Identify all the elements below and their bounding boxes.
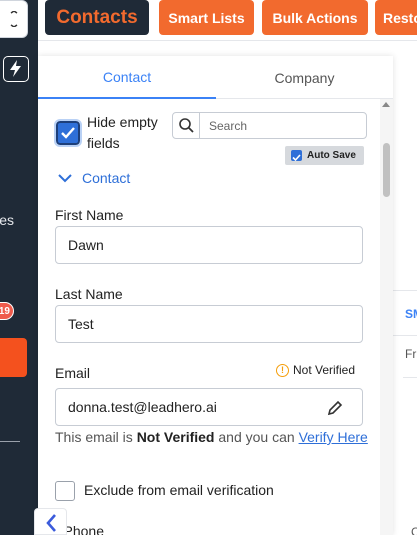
collapse-panel-button[interactable] xyxy=(34,508,67,535)
section-title: Contact xyxy=(82,170,131,186)
search-icon[interactable] xyxy=(173,113,200,138)
email-verification-note: This email is Not Verified and you can V… xyxy=(55,427,375,447)
checkmark-icon xyxy=(292,154,301,162)
note-status: Not Verified xyxy=(136,429,215,445)
note-text: This email is xyxy=(55,429,133,445)
verify-here-link[interactable]: Verify Here xyxy=(299,429,368,445)
smart-lists-button[interactable]: Smart Lists xyxy=(159,0,254,35)
tab-contact[interactable]: Contact xyxy=(38,56,216,99)
hide-empty-fields-checkbox[interactable] xyxy=(54,119,82,147)
field-search xyxy=(172,112,367,139)
left-sidebar: es 19 xyxy=(0,0,38,535)
tab-company[interactable]: Company xyxy=(216,56,393,99)
contact-detail-panel: Contact Company Hide empty fields Auto S… xyxy=(38,56,393,535)
note-text: and you can xyxy=(218,429,295,445)
sidebar-item-label[interactable]: es xyxy=(0,212,14,228)
background-tab[interactable]: SM xyxy=(405,307,417,321)
restore-button[interactable]: Resto xyxy=(375,0,417,35)
chevron-down-icon xyxy=(58,170,72,186)
bulk-actions-button[interactable]: Bulk Actions xyxy=(262,0,368,35)
notification-badge: 19 xyxy=(0,302,14,320)
edit-pencil-icon[interactable] xyxy=(326,399,344,422)
background-content: SM Fr C xyxy=(389,290,417,535)
warning-icon: ! xyxy=(276,363,289,377)
top-toolbar: Contacts Smart Lists Bulk Actions Resto xyxy=(38,0,417,41)
exclude-verification-label: Exclude from email verification xyxy=(84,482,274,498)
lightning-icon xyxy=(10,60,21,77)
email-verification-status: ! Not Verified xyxy=(276,363,355,377)
email-field[interactable] xyxy=(55,388,363,426)
hide-empty-fields-label: Hide empty fields xyxy=(87,114,158,151)
contact-section-header[interactable]: Contact xyxy=(58,170,130,186)
email-label: Email xyxy=(55,365,91,381)
scrollbar-thumb[interactable] xyxy=(383,143,390,197)
chevron-down-icon xyxy=(9,10,19,30)
sidebar-divider xyxy=(0,441,20,442)
background-row-text: Fr xyxy=(405,347,417,361)
divider xyxy=(389,335,417,336)
first-name-label: First Name xyxy=(55,207,124,223)
checkmark-icon xyxy=(61,127,75,139)
phone-label: Phone xyxy=(64,523,104,535)
panel-tabs: Contact Company xyxy=(38,56,393,99)
auto-save-checkbox[interactable] xyxy=(291,150,302,162)
exclude-verification-checkbox[interactable] xyxy=(55,481,75,501)
last-name-label: Last Name xyxy=(55,286,123,302)
search-input[interactable] xyxy=(201,113,365,138)
last-name-field[interactable] xyxy=(55,305,363,343)
chevron-left-icon xyxy=(46,514,56,532)
auto-save-label: Auto Save xyxy=(307,150,356,161)
quick-actions-button[interactable] xyxy=(3,56,29,82)
background-bottom-text: C xyxy=(411,525,417,535)
location-switcher[interactable] xyxy=(0,0,28,38)
auto-save-toggle[interactable]: Auto Save xyxy=(285,146,364,165)
contacts-button[interactable]: Contacts xyxy=(45,0,149,35)
status-text: Not Verified xyxy=(293,363,356,377)
app-root: es 19 Contacts Smart Lists Bulk Actions … xyxy=(0,0,417,535)
divider xyxy=(403,377,417,378)
scroll-up-arrow-icon[interactable] xyxy=(382,102,390,107)
sidebar-item-active[interactable] xyxy=(0,338,27,377)
first-name-field[interactable] xyxy=(55,226,363,264)
